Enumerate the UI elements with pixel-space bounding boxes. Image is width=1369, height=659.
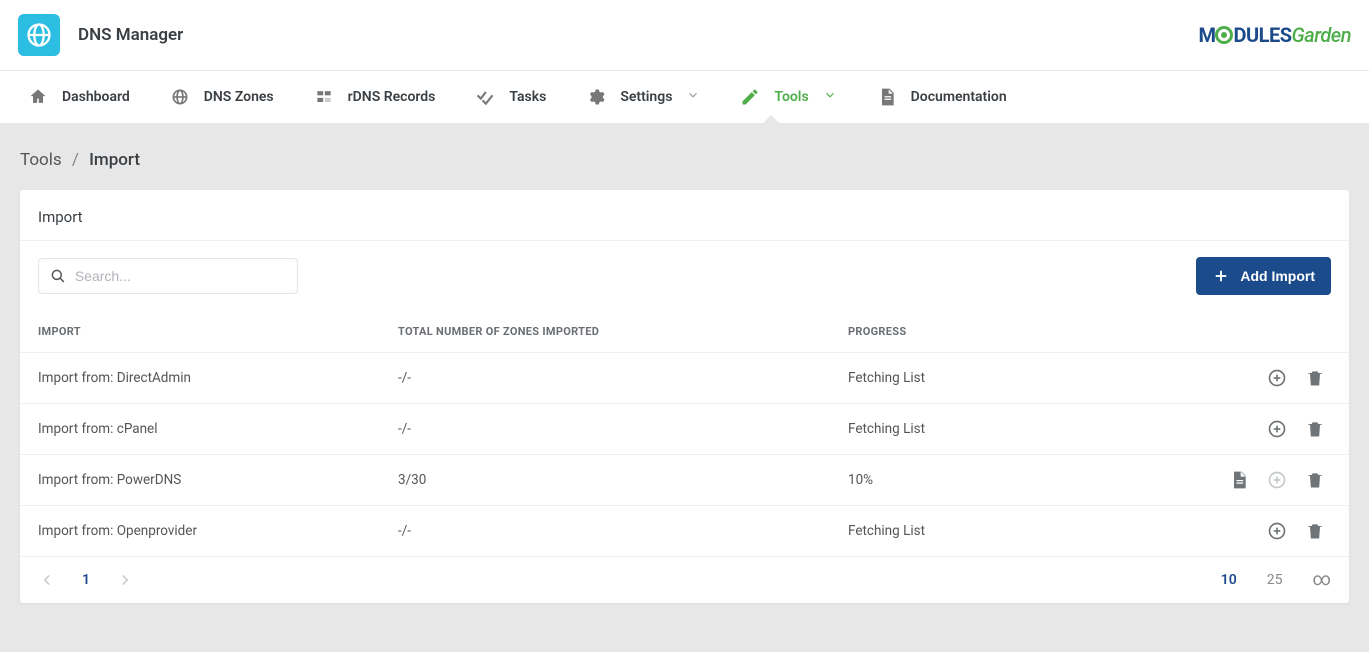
nav-label: Documentation: [911, 89, 1007, 105]
nav-active-pointer: [762, 115, 780, 124]
pager-page[interactable]: 1: [82, 572, 90, 588]
row-delete-button[interactable]: [1305, 521, 1325, 541]
page-size-25[interactable]: 25: [1267, 572, 1283, 588]
search-input[interactable]: [75, 268, 287, 284]
cell-total: -/-: [380, 353, 830, 404]
col-actions: [1189, 311, 1349, 353]
brand-logo: MDULESGarden: [1198, 23, 1351, 47]
page-size-all[interactable]: ∞: [1312, 573, 1331, 587]
nav-settings[interactable]: Settings: [566, 71, 720, 123]
card-toolbar: Add Import: [20, 241, 1349, 311]
col-import[interactable]: IMPORT: [20, 311, 380, 353]
globe-icon: [25, 21, 53, 49]
nav-dns-zones[interactable]: DNS Zones: [150, 71, 294, 123]
cell-total: -/-: [380, 506, 830, 557]
cell-progress: Fetching List: [830, 506, 1189, 557]
document-icon: [877, 87, 897, 107]
nav-label: rDNS Records: [348, 89, 436, 105]
page-body: Tools / Import Import Add Import IMPORT …: [0, 124, 1369, 652]
card-title: Import: [20, 190, 1349, 241]
col-total[interactable]: TOTAL NUMBER OF ZONES IMPORTED: [380, 311, 830, 353]
search-box[interactable]: [38, 258, 298, 294]
cell-total: 3/30: [380, 455, 830, 506]
plus-icon: [1212, 267, 1230, 285]
nav-docs[interactable]: Documentation: [857, 71, 1027, 123]
breadcrumb-current: Import: [89, 150, 140, 170]
cell-progress: Fetching List: [830, 404, 1189, 455]
pager: 1 10 25 ∞: [20, 557, 1349, 603]
row-delete-button[interactable]: [1305, 419, 1325, 439]
import-card: Import Add Import IMPORT TOTAL NUMBER OF…: [20, 190, 1349, 603]
cell-progress: Fetching List: [830, 353, 1189, 404]
nav-tools[interactable]: Tools: [720, 71, 856, 123]
add-import-button[interactable]: Add Import: [1196, 257, 1331, 295]
breadcrumb: Tools / Import: [0, 124, 1369, 190]
app-title: DNS Manager: [78, 25, 183, 45]
row-add-button[interactable]: [1267, 368, 1287, 388]
cell-import: Import from: Openprovider: [20, 506, 380, 557]
nav-dashboard[interactable]: Dashboard: [8, 71, 150, 123]
row-delete-button[interactable]: [1305, 368, 1325, 388]
gear-icon: [586, 87, 606, 107]
cell-progress: 10%: [830, 455, 1189, 506]
pencil-icon: [740, 87, 760, 107]
nav-tasks[interactable]: Tasks: [455, 71, 566, 123]
row-add-button[interactable]: [1267, 419, 1287, 439]
nav-label: Tools: [774, 89, 808, 105]
row-actions: [1207, 419, 1331, 439]
col-progress[interactable]: PROGRESS: [830, 311, 1189, 353]
tasks-icon: [475, 87, 495, 107]
table-row: Import from: PowerDNS3/3010%: [20, 455, 1349, 506]
page-size-10[interactable]: 10: [1221, 572, 1237, 588]
records-icon: [314, 87, 334, 107]
pager-next[interactable]: [116, 571, 134, 589]
pager-prev[interactable]: [38, 571, 56, 589]
chevron-down-icon: [823, 88, 837, 106]
nav-label: DNS Zones: [204, 89, 274, 105]
log-button[interactable]: [1229, 470, 1249, 490]
home-icon: [28, 87, 48, 107]
row-add-button[interactable]: [1267, 521, 1287, 541]
cell-total: -/-: [380, 404, 830, 455]
main-nav: Dashboard DNS Zones rDNS Records Tasks S…: [0, 70, 1369, 124]
breadcrumb-parent[interactable]: Tools: [20, 150, 62, 170]
nav-rdns[interactable]: rDNS Records: [294, 71, 456, 123]
breadcrumb-separator: /: [66, 150, 85, 170]
table-row: Import from: Openprovider-/-Fetching Lis…: [20, 506, 1349, 557]
chevron-down-icon: [686, 88, 700, 106]
app-header: DNS Manager MDULESGarden: [0, 0, 1369, 70]
table-row: Import from: DirectAdmin-/-Fetching List: [20, 353, 1349, 404]
cell-import: Import from: PowerDNS: [20, 455, 380, 506]
row-delete-button[interactable]: [1305, 470, 1325, 490]
pager-nav: 1: [38, 571, 134, 589]
pager-sizes: 10 25 ∞: [1221, 572, 1331, 588]
nav-label: Settings: [620, 89, 672, 105]
row-actions: [1207, 470, 1331, 490]
table-row: Import from: cPanel-/-Fetching List: [20, 404, 1349, 455]
nav-label: Dashboard: [62, 89, 130, 105]
cell-import: Import from: DirectAdmin: [20, 353, 380, 404]
app-logo: [18, 14, 60, 56]
add-import-label: Add Import: [1240, 268, 1315, 284]
cell-import: Import from: cPanel: [20, 404, 380, 455]
row-add-button: [1267, 470, 1287, 490]
search-icon: [49, 266, 67, 286]
nav-label: Tasks: [509, 89, 546, 105]
imports-table: IMPORT TOTAL NUMBER OF ZONES IMPORTED PR…: [20, 311, 1349, 557]
row-actions: [1207, 368, 1331, 388]
row-actions: [1207, 521, 1331, 541]
globe-outline-icon: [170, 87, 190, 107]
